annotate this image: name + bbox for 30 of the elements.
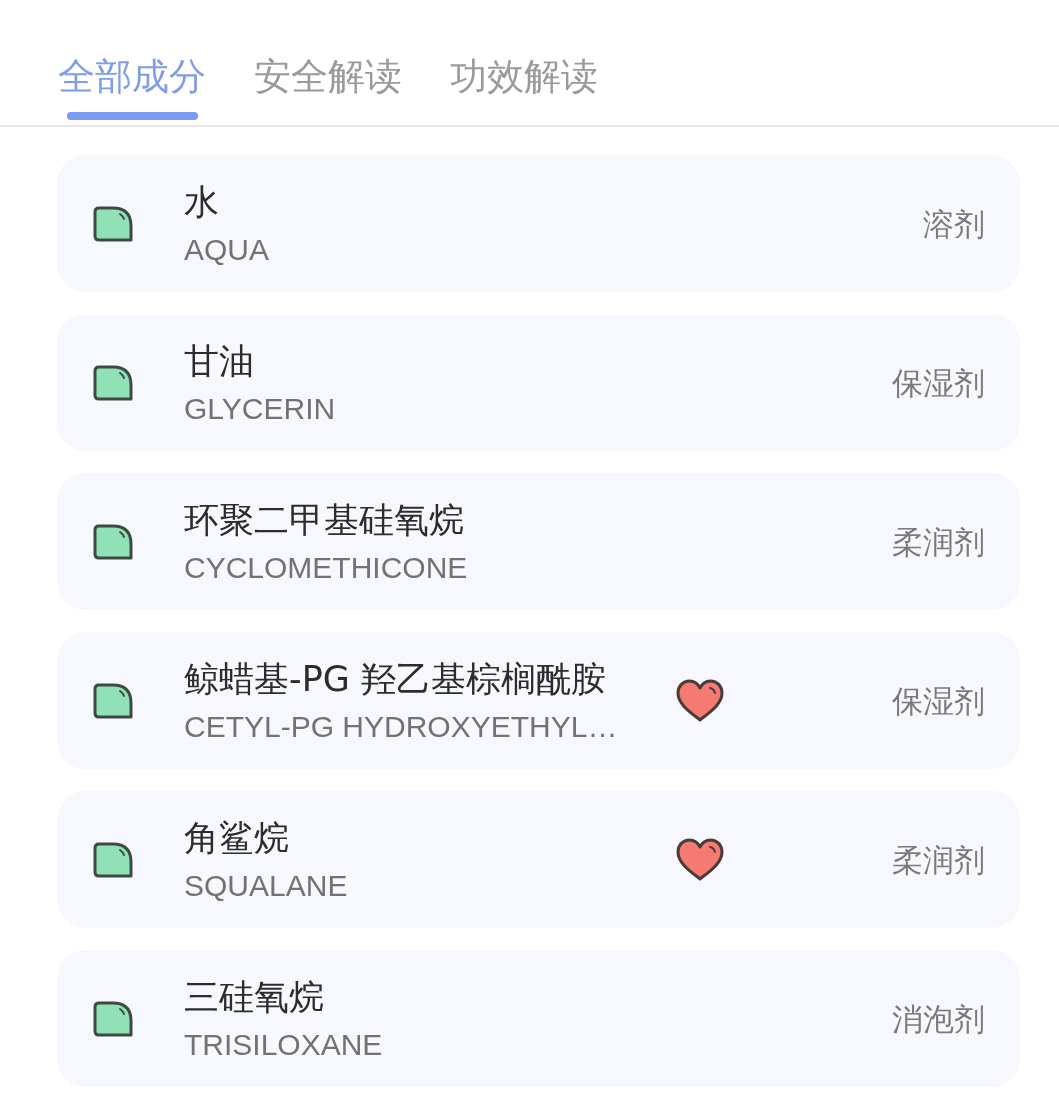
ingredient-name: 甘油: [184, 339, 254, 383]
ingredient-name: 水: [184, 180, 219, 224]
inci-name: CYCLOMETHICONE: [184, 549, 468, 586]
ingredient-name: 环聚二甲基硅氧烷: [184, 498, 464, 542]
ingredient-card[interactable]: 环聚二甲基硅氧烷 CYCLOMETHICONE 柔润剂: [57, 473, 1020, 610]
inci-name: AQUA: [184, 231, 270, 268]
inci-name: SQUALANE: [184, 867, 348, 904]
leaf-icon: [93, 523, 133, 560]
leaf-icon: [93, 1000, 133, 1037]
function-label: 溶剂: [923, 204, 985, 244]
ingredient-card[interactable]: 鲸蜡基-PG 羟乙基棕榈酰胺 CETYL-PG HYDROXYETHYL… 保湿剂: [57, 632, 1020, 769]
ingredient-card[interactable]: 水 AQUA 溶剂: [57, 155, 1020, 292]
function-label: 柔润剂: [892, 522, 985, 562]
leaf-icon: [93, 364, 133, 401]
function-label: 保湿剂: [892, 363, 985, 403]
leaf-icon: [93, 841, 133, 878]
leaf-icon: [93, 205, 133, 242]
ingredient-name: 三硅氧烷: [184, 975, 324, 1019]
ingredient-name: 鲸蜡基-PG 羟乙基棕榈酰胺: [184, 657, 606, 701]
function-label: 柔润剂: [892, 840, 985, 880]
inci-name: GLYCERIN: [184, 390, 336, 427]
ingredient-card[interactable]: 三硅氧烷 TRISILOXANE 消泡剂: [57, 950, 1020, 1087]
ingredient-card[interactable]: 甘油 GLYCERIN 保湿剂: [57, 314, 1020, 451]
inci-name: TRISILOXANE: [184, 1026, 383, 1063]
leaf-icon: [93, 682, 133, 719]
ingredient-card[interactable]: 角鲨烷 SQUALANE 柔润剂: [57, 791, 1020, 928]
inci-name: CETYL-PG HYDROXYETHYL…: [184, 708, 618, 745]
function-label: 消泡剂: [892, 999, 985, 1039]
function-label: 保湿剂: [892, 681, 985, 721]
ingredient-name: 角鲨烷: [184, 816, 289, 860]
